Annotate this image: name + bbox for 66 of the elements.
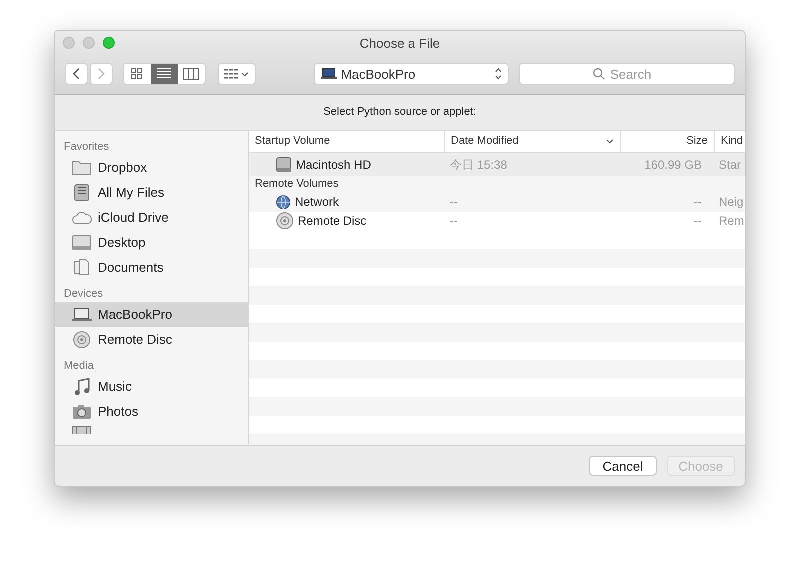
location-dropdown[interactable]: MacBookPro bbox=[314, 63, 509, 86]
sidebar-item[interactable]: iCloud Drive bbox=[55, 205, 248, 230]
column-header[interactable]: Kind bbox=[714, 131, 745, 152]
search-icon bbox=[593, 68, 606, 80]
zoom-button[interactable] bbox=[103, 37, 115, 49]
kind-cell: Rem bbox=[719, 214, 744, 228]
disc-icon bbox=[276, 212, 294, 230]
column-header[interactable]: Date Modified bbox=[444, 131, 620, 152]
size-cell-text: -- bbox=[694, 213, 702, 230]
sidebar-item[interactable]: MacBookPro bbox=[55, 302, 248, 327]
column-header[interactable]: Startup Volume bbox=[249, 131, 444, 152]
file-name: Network bbox=[295, 194, 340, 211]
file-row[interactable]: Remote Disc -- -- Rem bbox=[249, 212, 745, 230]
date-cell: -- bbox=[450, 195, 458, 209]
stepper-arrows-icon bbox=[494, 68, 502, 80]
globe-icon bbox=[276, 194, 291, 210]
section-heading: Devices bbox=[64, 286, 104, 302]
grid-icon bbox=[131, 68, 144, 80]
date-cell: 今日 15:38 bbox=[450, 158, 508, 172]
sidebar-item[interactable]: Music bbox=[55, 374, 248, 399]
window-title: Choose a File bbox=[360, 34, 440, 53]
sidebar-item[interactable]: Dropbox bbox=[55, 155, 248, 180]
folder-icon bbox=[72, 160, 92, 176]
list-icon bbox=[157, 68, 172, 80]
view-mode-button[interactable] bbox=[150, 64, 178, 84]
music-note-icon bbox=[74, 378, 90, 396]
file-name: Macintosh HD bbox=[296, 156, 372, 174]
group-heading: Remote Volumes bbox=[255, 177, 339, 192]
columns-icon bbox=[183, 68, 200, 80]
back-button[interactable] bbox=[65, 63, 88, 86]
search-input[interactable]: Search bbox=[610, 64, 660, 84]
file-row[interactable]: Network -- -- Neig bbox=[249, 192, 745, 212]
arrange-menu-button[interactable] bbox=[218, 63, 256, 86]
cloud-icon bbox=[72, 210, 92, 224]
kind-cell: Star bbox=[719, 158, 742, 172]
sidebar-item[interactable]: All My Files bbox=[55, 180, 248, 205]
camera-icon bbox=[72, 404, 92, 420]
disc-icon bbox=[73, 330, 91, 348]
sidebar-item[interactable]: Remote Disc bbox=[55, 327, 248, 352]
section-heading: Media bbox=[64, 358, 94, 374]
sort-caret-icon bbox=[606, 139, 614, 144]
hard-drive-icon bbox=[276, 156, 292, 172]
chevron-left-icon bbox=[73, 68, 80, 80]
documents-icon bbox=[73, 258, 91, 276]
laptop-icon bbox=[72, 308, 92, 322]
file-cabinet-icon bbox=[74, 184, 90, 202]
date-cell: -- bbox=[450, 214, 458, 228]
file-row[interactable]: Macintosh HD 今日 15:38 160.99 GB Star bbox=[249, 153, 745, 176]
sidebar-item[interactable]: Desktop bbox=[55, 230, 248, 255]
search-field[interactable]: Search bbox=[518, 63, 735, 86]
film-icon bbox=[72, 426, 92, 434]
section-heading: Favorites bbox=[64, 140, 110, 155]
desktop-icon bbox=[72, 234, 92, 250]
size-cell-text: -- bbox=[694, 194, 702, 211]
sidebar-item[interactable]: Documents bbox=[55, 255, 248, 280]
size-cell-text: 160.99 GB bbox=[644, 156, 702, 174]
file-name: Remote Disc bbox=[298, 213, 367, 230]
chevron-right-icon bbox=[98, 68, 105, 80]
kind-cell: Neig bbox=[719, 195, 744, 209]
sidebar-item[interactable]: Photos bbox=[55, 399, 248, 424]
caret-icon bbox=[241, 72, 250, 77]
prompt-text: Select Python source or applet: bbox=[324, 105, 476, 120]
grid-icon bbox=[224, 69, 238, 80]
laptop-icon bbox=[321, 68, 338, 80]
dialog-button[interactable]: Cancel bbox=[589, 456, 657, 476]
column-header[interactable]: Size bbox=[620, 131, 714, 152]
